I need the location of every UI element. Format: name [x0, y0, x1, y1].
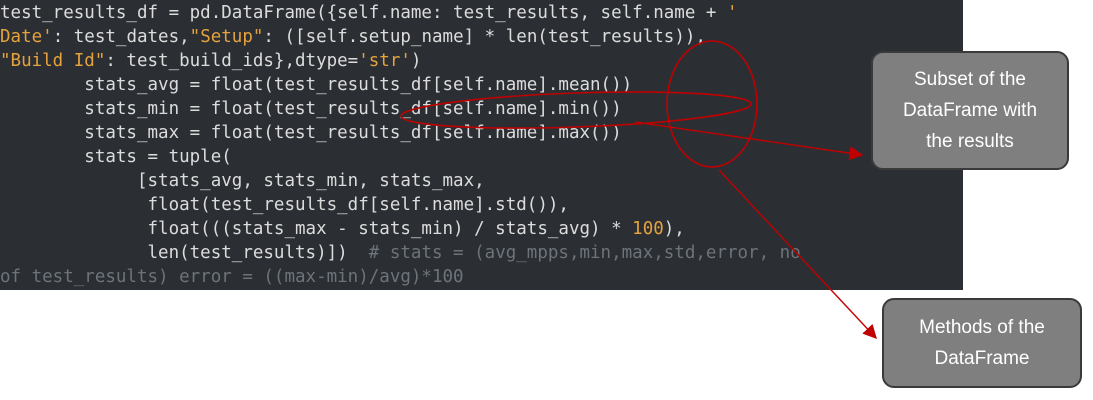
- code-token: : ([self.setup_name] * len(test_results)…: [263, 27, 706, 47]
- code-line: len(test_results)]) # stats = (avg_mpps,…: [0, 241, 801, 265]
- code-token: stats = tuple(: [0, 147, 232, 167]
- code-line: stats_avg = float(test_results_df[self.n…: [0, 73, 632, 97]
- code-line: Date': test_dates,"Setup": ([self.setup_…: [0, 25, 706, 49]
- code-token-str: "Setup": [189, 27, 264, 47]
- code-token-str: ': [726, 3, 738, 23]
- code-token-num: 100: [632, 219, 664, 239]
- code-token: ): [410, 51, 422, 71]
- code-token: : test_dates,: [52, 27, 190, 47]
- code-token: stats_max = float(test_results_df[self.n…: [0, 123, 622, 143]
- code-line: [stats_avg, stats_min, stats_max,: [0, 169, 485, 193]
- code-token: stats_avg = float(test_results_df[self.n…: [0, 75, 633, 95]
- code-token: : test_build_ids},dtype=: [105, 51, 359, 71]
- code-panel: test_results_df = pd.DataFrame({self.nam…: [0, 0, 963, 290]
- code-token: test_results_df = pd.DataFrame({self.nam…: [0, 3, 727, 23]
- code-token-cmt: # stats = (avg_mpps,min,max,std,error, n…: [368, 243, 801, 263]
- code-token: [stats_avg, stats_min, stats_max,: [0, 171, 485, 191]
- code-line: test_results_df = pd.DataFrame({self.nam…: [0, 1, 738, 25]
- code-token: stats_min = float(test_results_df[self.n…: [0, 99, 622, 119]
- code-line: "Build Id": test_build_ids},dtype='str'): [0, 49, 421, 73]
- code-token: len(test_results)]): [0, 243, 369, 263]
- callout-methods-text: Methods of the DataFrame: [919, 317, 1045, 369]
- callout-methods-of-dataframe: Methods of the DataFrame: [882, 298, 1082, 388]
- code-token: float(((stats_max - stats_min) / stats_a…: [0, 219, 633, 239]
- code-line: float(((stats_max - stats_min) / stats_a…: [0, 217, 685, 241]
- code-line: stats = tuple(: [0, 145, 232, 169]
- code-line: stats_max = float(test_results_df[self.n…: [0, 121, 622, 145]
- code-token-cmt: of test_results) error = ((max-min)/avg)…: [0, 267, 464, 287]
- code-token: ),: [663, 219, 685, 239]
- code-token: float(test_results_df[self.name].std()),: [0, 195, 569, 215]
- callout-subset-text: Subset of the DataFrame with the results: [902, 69, 1038, 152]
- code-token-str: Date': [0, 27, 53, 47]
- code-line: of test_results) error = ((max-min)/avg)…: [0, 265, 464, 289]
- code-line: float(test_results_df[self.name].std()),: [0, 193, 569, 217]
- code-token-str: 'str': [358, 51, 411, 71]
- code-line: stats_min = float(test_results_df[self.n…: [0, 97, 622, 121]
- code-token-str: "Build Id": [0, 51, 106, 71]
- callout-subset-of-dataframe: Subset of the DataFrame with the results: [871, 51, 1069, 170]
